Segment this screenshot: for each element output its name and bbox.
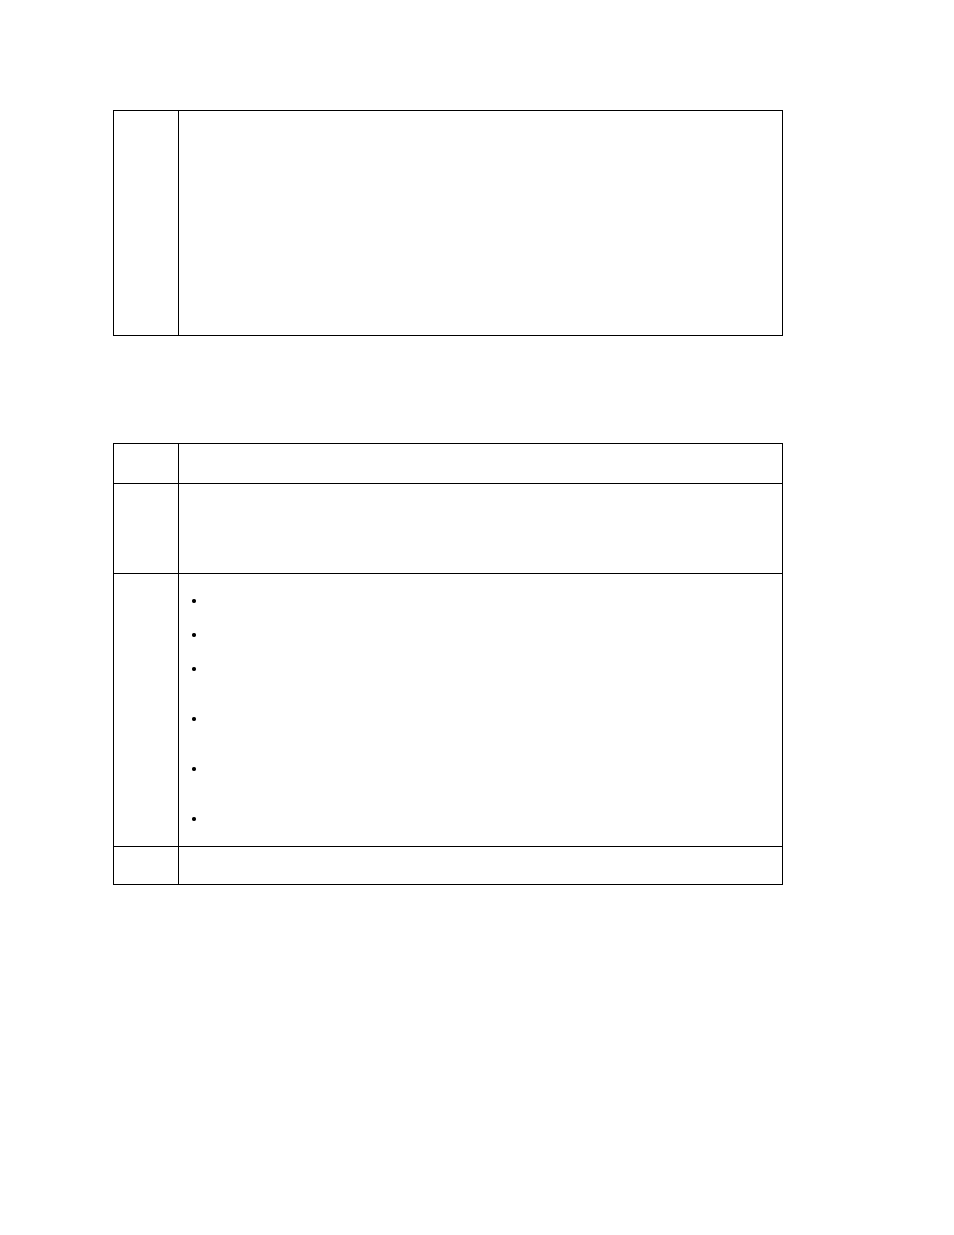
table-cell-right: [178, 574, 782, 847]
table-cell-left: [114, 444, 179, 484]
table-row: [114, 111, 783, 336]
table-cell-left: [114, 484, 179, 574]
list-item: [207, 652, 776, 702]
table-cell-left: [114, 847, 179, 885]
table-row: [114, 484, 783, 574]
list-item: [207, 584, 776, 618]
table-cell-right: [178, 444, 782, 484]
table-cell-right: [178, 111, 782, 336]
table-2: [113, 443, 783, 885]
table-1: [113, 110, 783, 336]
list-item: [207, 802, 776, 836]
list-item: [207, 702, 776, 752]
table-row: [114, 847, 783, 885]
list-item: [207, 752, 776, 802]
table-cell-left: [114, 574, 179, 847]
table-cell-right: [178, 484, 782, 574]
table-cell-left: [114, 111, 179, 336]
bullet-list: [185, 584, 776, 836]
table-cell-right: [178, 847, 782, 885]
table-row: [114, 574, 783, 847]
table-row: [114, 444, 783, 484]
list-item: [207, 618, 776, 652]
